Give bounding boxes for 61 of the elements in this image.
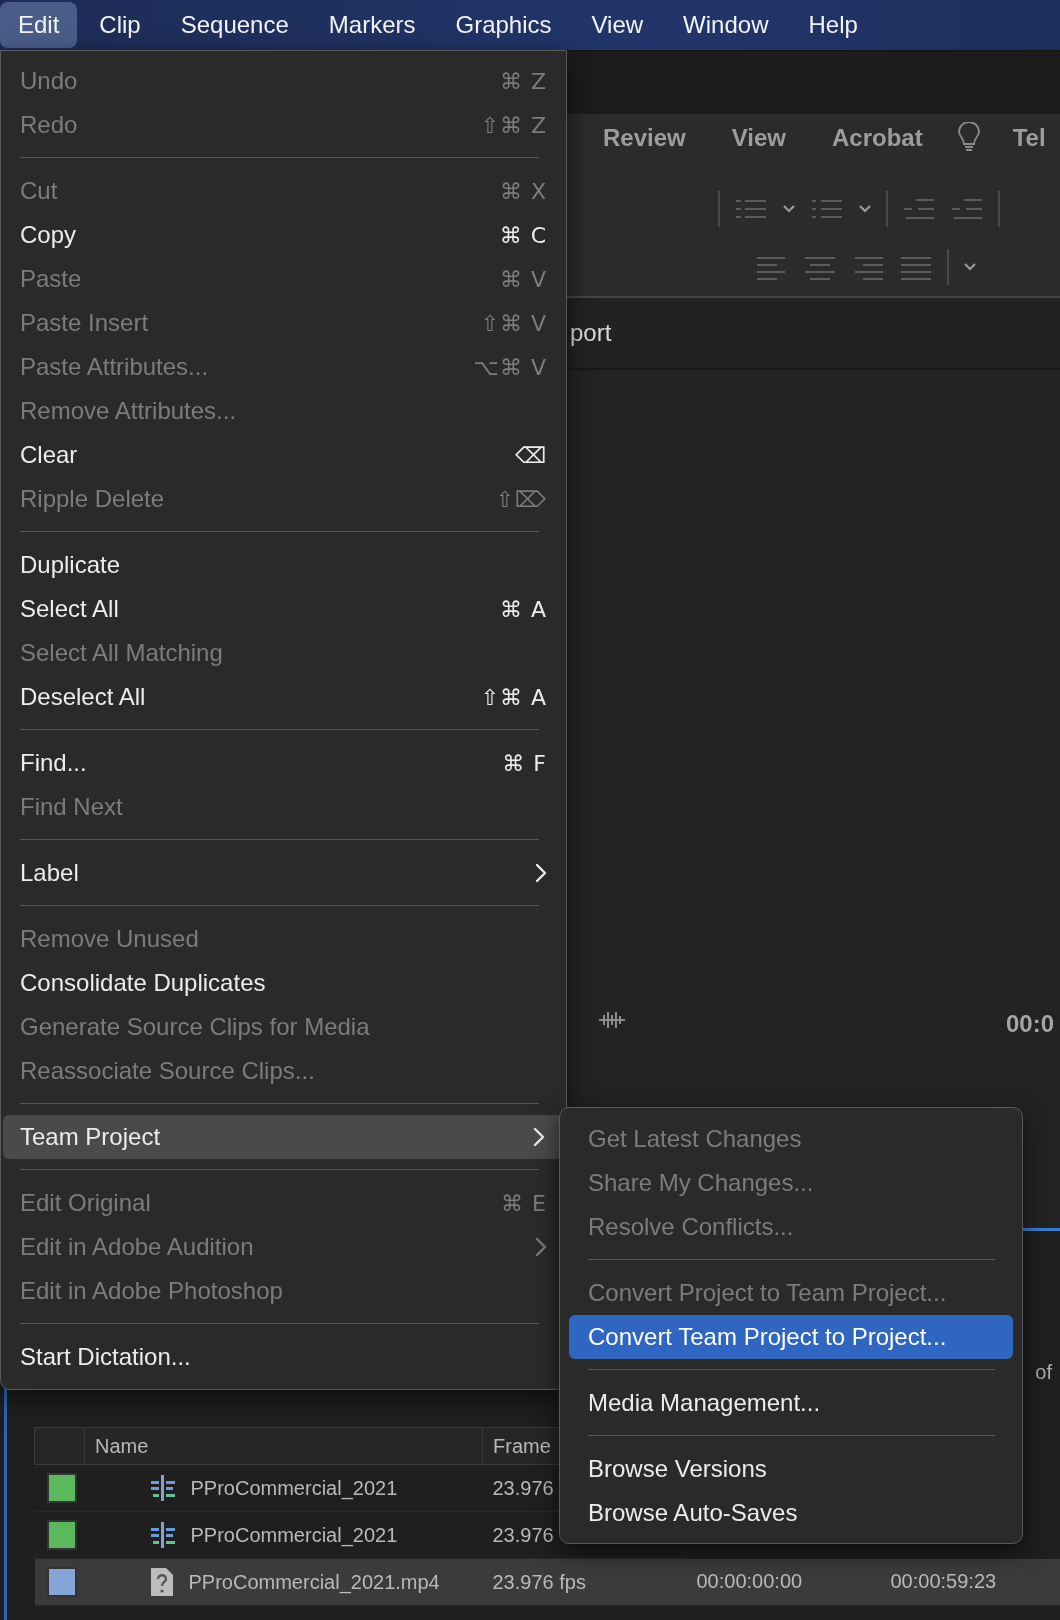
justify-icon[interactable] bbox=[899, 254, 933, 281]
menu-item[interactable]: Consolidate Duplicates bbox=[7, 961, 560, 1005]
table-cell: 00:00:59:23 bbox=[890, 1570, 997, 1593]
menu-item[interactable]: Deselect All ⇧⌘ A bbox=[7, 675, 560, 719]
menu-bar-item[interactable]: Markers bbox=[310, 2, 434, 48]
ribbon-tab[interactable]: Tel bbox=[1012, 124, 1046, 153]
menu-bar-item[interactable]: View bbox=[573, 2, 662, 48]
menu-item[interactable]: Label bbox=[7, 851, 560, 895]
table-cell: 23.976 fps bbox=[492, 1570, 586, 1593]
shortcut-label: ⌘ V bbox=[499, 266, 547, 292]
menu-bar-item[interactable]: Sequence bbox=[162, 2, 307, 48]
shortcut-label: ⌘ F bbox=[502, 750, 547, 776]
table-cell: 00:00:00:00 bbox=[696, 1570, 803, 1593]
ribbon-tab[interactable]: Acrobat bbox=[832, 124, 923, 153]
column-header[interactable]: Name bbox=[84, 1427, 483, 1465]
menu-bar-item[interactable]: Help bbox=[790, 2, 876, 48]
align-center-icon[interactable] bbox=[803, 254, 837, 281]
menu-bar-item[interactable]: Clip bbox=[81, 2, 159, 48]
menu-item[interactable]: Find... ⌘ F bbox=[7, 741, 560, 785]
shortcut-label: ⌘ C bbox=[499, 222, 547, 248]
menu-item[interactable]: Copy ⌘ C bbox=[7, 213, 560, 257]
panel-title: port bbox=[570, 319, 612, 347]
menu-item[interactable]: Browse Versions bbox=[569, 1447, 1013, 1491]
sequence-icon bbox=[148, 1474, 177, 1502]
unknown-file-icon bbox=[148, 1567, 175, 1597]
table-cell: 23.976 bbox=[492, 1476, 554, 1499]
menu-item[interactable]: Start Dictation... bbox=[7, 1335, 560, 1379]
menu-bar-item[interactable]: Edit bbox=[0, 2, 78, 48]
ribbon-tab[interactable]: View bbox=[731, 124, 786, 153]
menu-bar-item[interactable]: Graphics bbox=[437, 2, 570, 48]
table-cell: PProCommercial_2021.mp4 bbox=[188, 1570, 440, 1594]
table-row[interactable]: PProCommercial_2021.mp4 23.976 fps 00:00:00:00 00:00:59:23 bbox=[34, 1558, 1060, 1606]
menu-item[interactable]: Convert Team Project to Project... bbox=[569, 1315, 1013, 1359]
menu-item[interactable]: Team Project bbox=[3, 1115, 562, 1159]
menu-item[interactable]: Select All ⌘ A bbox=[7, 587, 560, 631]
table-cell: 23.976 bbox=[492, 1523, 554, 1546]
shortcut-label: ⇧⌘ Z bbox=[480, 112, 547, 138]
caret-icon[interactable] bbox=[858, 204, 872, 215]
caret-icon[interactable] bbox=[963, 262, 977, 273]
menu-item[interactable]: Clear ⌫ bbox=[7, 433, 560, 477]
shortcut-label: ⌘ Z bbox=[499, 68, 547, 94]
sequence-icon bbox=[148, 1521, 177, 1549]
menu-item[interactable]: Browse Auto-Saves bbox=[569, 1491, 1013, 1535]
menu-bar-item[interactable]: Window bbox=[665, 2, 787, 48]
shortcut-label: ⇧⌦ bbox=[495, 486, 547, 512]
shortcut-label: ⇧⌘ V bbox=[480, 310, 547, 336]
shortcut-label: ⌫ bbox=[514, 442, 547, 468]
waveform-icon[interactable] bbox=[598, 1010, 626, 1030]
shortcut-label: ⌘ E bbox=[501, 1190, 547, 1216]
shortcut-label: ⇧⌘ A bbox=[480, 684, 547, 710]
page-label: of bbox=[1035, 1361, 1052, 1385]
timecode: 00:0 bbox=[1005, 1010, 1054, 1038]
caret-icon[interactable] bbox=[782, 204, 796, 215]
shortcut-label: ⌘ X bbox=[499, 178, 547, 204]
table-cell: PProCommercial_2021 bbox=[190, 1523, 398, 1547]
menu-item[interactable]: Media Management... bbox=[569, 1381, 1013, 1425]
shortcut-label: ⌘ A bbox=[499, 596, 547, 622]
shortcut-label: ⌥⌘ V bbox=[473, 354, 547, 380]
menu-item[interactable]: Duplicate bbox=[7, 543, 560, 587]
ribbon-tab[interactable]: Review bbox=[603, 124, 686, 153]
table-cell: PProCommercial_2021 bbox=[190, 1476, 398, 1500]
